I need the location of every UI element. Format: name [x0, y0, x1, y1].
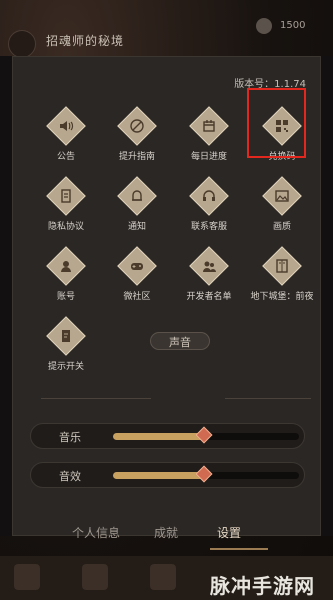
grid-item-community[interactable]: 微社区	[101, 245, 173, 311]
gamepad-icon	[117, 246, 157, 286]
sound-section-header: 声音	[150, 332, 210, 350]
grid-label: 提升指南	[118, 152, 155, 162]
grid-label: 通知	[127, 222, 146, 232]
top-hud: 招魂师的秘境 1500	[0, 0, 333, 58]
music-volume-knob[interactable]	[195, 426, 213, 444]
notice-toggle-icon	[46, 316, 86, 356]
image-icon	[262, 176, 302, 216]
grid-item-developers[interactable]: 开发者名单	[173, 245, 245, 311]
music-volume-slider[interactable]	[113, 426, 299, 444]
quest-emblem-icon	[8, 30, 36, 58]
bottom-nav-icon[interactable]	[150, 564, 176, 590]
watermark: 脉冲手游网	[210, 574, 315, 598]
grid-label: 联系客服	[190, 222, 227, 232]
grid-item-announcement[interactable]: 公告	[30, 105, 102, 171]
guide-icon	[117, 106, 157, 146]
grid-item-graphics[interactable]: 画质	[246, 175, 318, 241]
grid-item-guide[interactable]: 提升指南	[101, 105, 173, 171]
grid-label: 画质	[272, 222, 291, 232]
right-edge	[321, 56, 333, 536]
divider	[225, 398, 311, 399]
music-label: 音乐	[59, 431, 81, 444]
grid-label: 账号	[56, 292, 75, 302]
grid-label: 隐私协议	[47, 222, 84, 232]
tab-profile[interactable]: 个人信息	[72, 524, 120, 541]
grid-item-customer-service[interactable]: 联系客服	[173, 175, 245, 241]
grid-label: 每日进度	[190, 152, 227, 162]
tab-achievements[interactable]: 成就	[154, 524, 178, 541]
active-tab-indicator	[210, 548, 268, 550]
grid-item-notification[interactable]: 通知	[101, 175, 173, 241]
quest-title: 招魂师的秘境	[46, 34, 125, 48]
book-icon	[262, 246, 302, 286]
grid-label: 地下城堡：前夜	[250, 292, 314, 302]
grid-item-dungeon-castle[interactable]: 地下城堡：前夜	[246, 245, 318, 311]
grid-label: 公告	[56, 152, 75, 162]
grid-item-privacy[interactable]: 隐私协议	[30, 175, 102, 241]
sfx-volume-row: 音效	[30, 462, 305, 488]
headset-icon	[189, 176, 229, 216]
currency-icon	[256, 18, 272, 34]
currency-value: 1500	[280, 20, 306, 31]
music-volume-row: 音乐	[30, 423, 305, 449]
document-icon	[46, 176, 86, 216]
grid-item-daily-progress[interactable]: 每日进度	[173, 105, 245, 171]
bell-icon	[117, 176, 157, 216]
sfx-label: 音效	[59, 470, 81, 483]
bottom-nav-icon[interactable]	[82, 564, 108, 590]
grid-label: 提示开关	[47, 362, 84, 372]
grid-item-notice-toggle[interactable]: 提示开关	[30, 315, 102, 381]
grid-label: 微社区	[123, 292, 151, 302]
developers-icon	[189, 246, 229, 286]
grid-label: 开发者名单	[186, 292, 232, 302]
sfx-volume-knob[interactable]	[195, 465, 213, 483]
music-volume-fill	[113, 433, 205, 440]
tab-settings[interactable]: 设置	[217, 524, 241, 541]
sound-title: 声音	[169, 336, 191, 349]
sfx-volume-fill	[113, 472, 205, 479]
left-edge	[0, 56, 12, 536]
bottom-tabs: 个人信息 成就 设置	[12, 516, 321, 556]
speaker-icon	[46, 106, 86, 146]
redeem-code-highlight	[247, 88, 306, 158]
grid-item-account[interactable]: 账号	[30, 245, 102, 311]
account-icon	[46, 246, 86, 286]
bottom-nav-icon[interactable]	[14, 564, 40, 590]
calendar-icon	[189, 106, 229, 146]
divider	[41, 398, 151, 399]
sfx-volume-slider[interactable]	[113, 465, 299, 483]
